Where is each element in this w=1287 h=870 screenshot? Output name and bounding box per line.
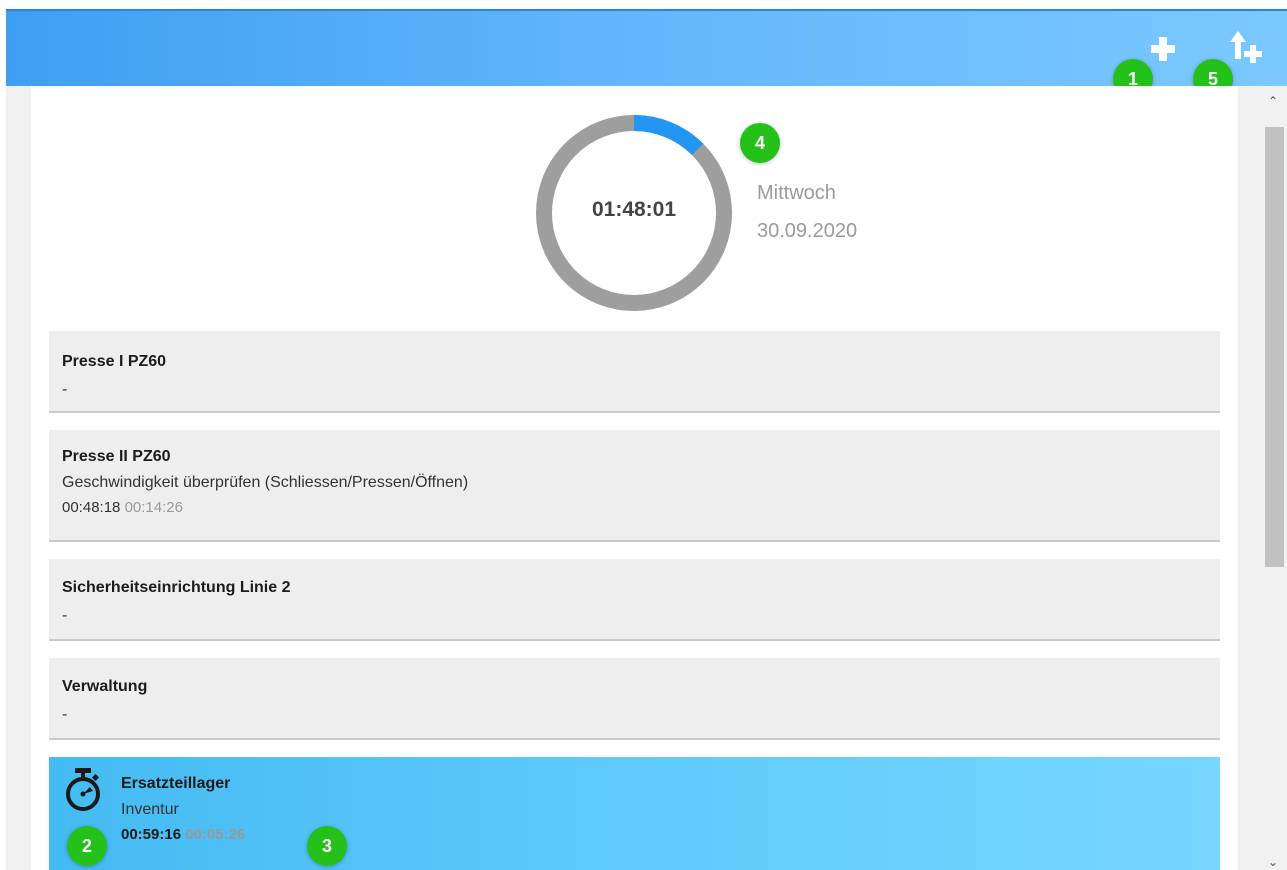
date-label: 30.09.2020 [757,220,858,242]
entry-subtitle: - [62,607,68,624]
entry-card[interactable]: Presse II PZ60 Geschwindigkeit überprüfe… [49,430,1220,542]
entry-title: Verwaltung [62,678,148,695]
entry-card-active[interactable]: Ersatzteillager Inventur 00:59:16 00:05:… [49,757,1220,870]
badge-3: 3 [307,826,347,866]
stopwatch-icon [66,768,100,811]
scroll-up-icon[interactable]: ⌃ [1268,94,1278,108]
page-margin-right [1238,86,1262,870]
entry-title: Ersatzteillager [121,775,231,792]
badge-4: 4 [740,123,780,163]
scroll-down-icon[interactable]: ⌄ [1268,855,1278,869]
entry-card[interactable]: Sicherheitseinrichtung Linie 2 - [49,559,1220,641]
entry-title: Sicherheitseinrichtung Linie 2 [62,579,291,596]
entry-time-current: 00:05:26 [185,826,246,843]
entry-subtitle: - [62,706,68,723]
upload-plus-icon[interactable] [1228,27,1268,67]
plus-icon[interactable] [1149,35,1177,63]
entry-title: Presse II PZ60 [62,448,171,465]
scrollbar-thumb[interactable] [1265,127,1284,567]
badge-2: 2 [67,826,107,866]
entry-subtitle: Geschwindigkeit überprüfen (Schliessen/P… [62,474,469,491]
weekday-label: Mittwoch [757,182,836,204]
entry-time-total: 00:48:18 [62,499,121,516]
header-bar [6,9,1287,86]
entry-subtitle: Inventur [121,801,179,818]
page-margin-left [6,86,31,870]
entry-card[interactable]: Verwaltung - [49,658,1220,740]
total-time: 01:48:01 [591,198,677,221]
entry-title: Presse I PZ60 [62,353,167,370]
entry-time-current: 00:14:26 [124,499,183,516]
entry-subtitle: - [62,381,68,398]
entry-times: 00:48:18 00:14:26 [62,499,1207,517]
header-top-line [6,9,1287,11]
entry-times: 00:59:16 00:05:26 [121,826,1207,844]
entry-card[interactable]: Presse I PZ60 - [49,331,1220,413]
entry-time-total: 00:59:16 [121,826,182,843]
